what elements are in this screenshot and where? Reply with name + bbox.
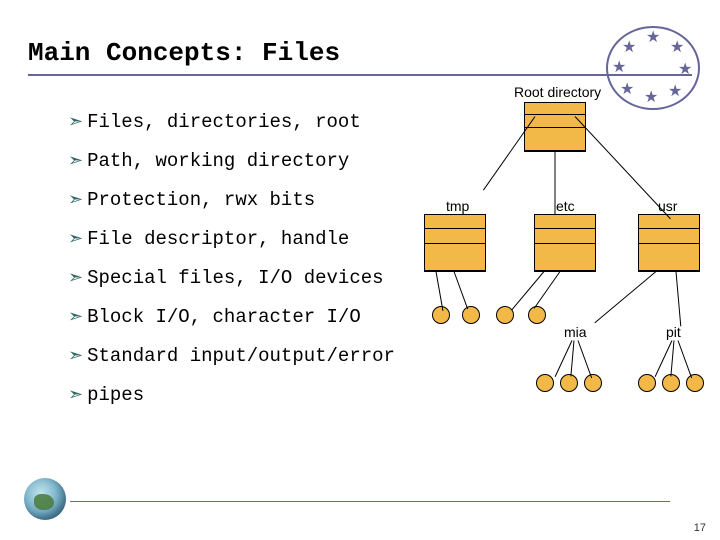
tree-line [511,271,544,310]
file-leaf [432,306,450,324]
bullet-arrow-icon: ➣ [68,348,83,366]
tree-line [670,340,674,376]
bullet-text: Standard input/output/error [87,347,395,366]
footer-divider [70,501,670,502]
page-number: 17 [694,522,706,534]
file-leaf [638,374,656,392]
file-leaf [536,374,554,392]
bullet-text: File descriptor, handle [87,230,349,249]
etc-label: etc [556,198,575,214]
usr-label: usr [658,198,677,214]
bullet-text: Protection, rwx bits [87,191,315,210]
root-directory-box [524,102,586,152]
bullet-item: ➣pipes [68,386,395,405]
mia-label: mia [564,324,587,340]
bullet-item: ➣Standard input/output/error [68,347,395,366]
bullet-arrow-icon: ➣ [68,114,83,132]
tree-line [676,271,682,326]
bullet-text: Block I/O, character I/O [87,308,361,327]
bullet-arrow-icon: ➣ [68,387,83,405]
bullet-arrow-icon: ➣ [68,231,83,249]
globe-icon [24,478,66,520]
bullet-arrow-icon: ➣ [68,309,83,327]
bullet-item: ➣Files, directories, root [68,113,395,132]
tree-line [575,116,671,219]
tree-line [483,116,535,190]
file-leaf [584,374,602,392]
slide: ★ ★ ★ ★ ★ ★ ★ ★ Main Concepts: Files ➣Fi… [0,0,720,540]
stars-badge: ★ ★ ★ ★ ★ ★ ★ ★ [606,26,700,110]
bullet-text: Special files, I/O devices [87,269,383,288]
bullet-text: pipes [87,386,144,405]
tree-line [555,152,556,215]
pit-label: pit [666,324,681,340]
slide-title: Main Concepts: Files [28,38,692,68]
bullet-text: Path, working directory [87,152,349,171]
bullet-item: ➣Special files, I/O devices [68,269,395,288]
file-leaf [686,374,704,392]
file-leaf [662,374,680,392]
root-label: Root directory [514,84,601,100]
file-leaf [528,306,546,324]
tree-line [594,271,656,323]
bullet-item: ➣Path, working directory [68,152,395,171]
tree-line [678,340,693,378]
bullet-item: ➣Protection, rwx bits [68,191,395,210]
etc-box [534,214,596,272]
bullet-arrow-icon: ➣ [68,153,83,171]
bullet-arrow-icon: ➣ [68,192,83,210]
usr-box [638,214,700,272]
bullet-arrow-icon: ➣ [68,270,83,288]
title-divider [28,74,692,76]
bullet-item: ➣Block I/O, character I/O [68,308,395,327]
bullet-item: ➣File descriptor, handle [68,230,395,249]
tmp-box [424,214,486,272]
tree-line [570,340,574,376]
file-leaf [462,306,480,324]
tree-line [454,271,469,309]
tmp-label: tmp [446,198,469,214]
tree-line [578,340,593,378]
file-leaf [560,374,578,392]
bullet-list: ➣Files, directories, root ➣Path, working… [28,113,395,425]
bullet-text: Files, directories, root [87,113,361,132]
